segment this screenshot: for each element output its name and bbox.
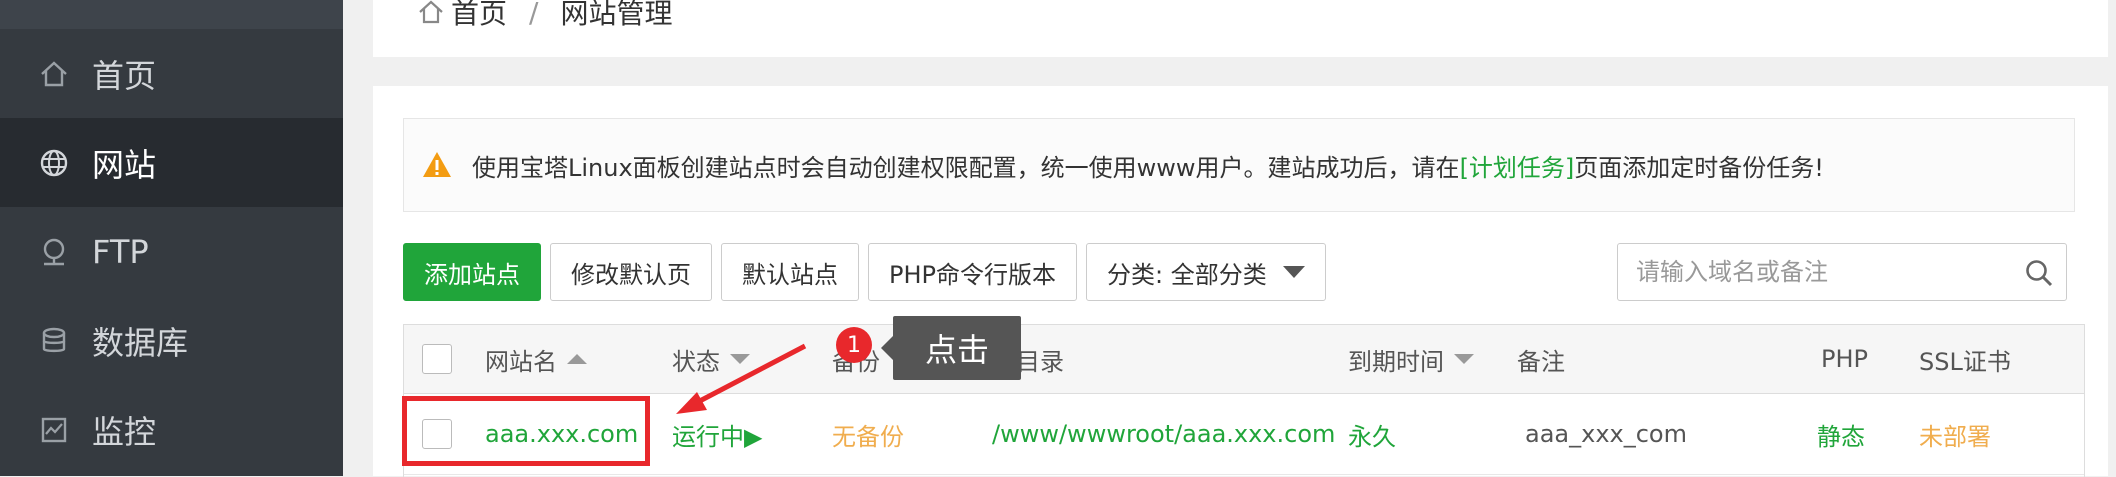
info-alert: 使用宝塔Linux面板创建站点时会自动创建权限配置，统一使用www用户。建站成功… — [403, 118, 2075, 212]
search-input[interactable] — [1634, 257, 2018, 287]
header-label: 状态 — [672, 347, 720, 376]
sidebar-item-label: 首页 — [92, 56, 157, 95]
alert-text: 使用宝塔Linux面板创建站点时会自动创建权限配置，统一使用www用户。建站成功… — [472, 153, 1460, 182]
default-site-button[interactable]: 默认站点 — [721, 243, 859, 301]
header-remark: 备注 — [1517, 325, 1565, 393]
header-label: 到期时间 — [1348, 347, 1444, 376]
sidebar-item-database[interactable]: 数据库 — [0, 296, 343, 385]
sort-desc-icon — [730, 354, 750, 364]
header-php: PHP — [1821, 325, 1868, 393]
click-tooltip: 点击 — [881, 316, 1021, 380]
step-number-badge: 1 — [836, 327, 872, 363]
warning-icon — [422, 150, 452, 180]
globe-icon — [38, 147, 70, 179]
header-label: SSL证书 — [1919, 347, 2011, 376]
header-label: PHP — [1821, 345, 1868, 373]
edit-default-page-button[interactable]: 修改默认页 — [550, 243, 712, 301]
table-row: aaa.xxx.com 运行中▶ 无备份 /www/wwwroot/aaa.xx… — [404, 394, 2084, 475]
header-label: 网站名 — [485, 347, 557, 376]
sidebar-item-monitor[interactable]: 监控 — [0, 385, 343, 474]
highlight-box — [402, 396, 650, 466]
php-cli-version-button[interactable]: PHP命令行版本 — [868, 243, 1077, 301]
select-all-checkbox[interactable] — [422, 344, 452, 374]
select-all-cell — [422, 325, 452, 393]
home-icon — [38, 58, 70, 90]
site-root-dir-link[interactable]: /www/wwwroot/aaa.xxx.com — [992, 394, 1335, 474]
ftp-icon — [38, 236, 70, 268]
site-ssl-link[interactable]: 未部署 — [1919, 394, 1991, 474]
site-expire-link[interactable]: 永久 — [1348, 394, 1396, 474]
sidebar-top-strip — [0, 0, 343, 29]
breadcrumb-current: 网站管理 — [560, 0, 673, 30]
site-status-toggle[interactable]: 运行中▶ — [672, 394, 762, 474]
home-icon — [417, 0, 445, 26]
category-select[interactable]: 分类: 全部分类 — [1086, 243, 1326, 301]
site-php-link[interactable]: 静态 — [1817, 394, 1865, 474]
breadcrumb-separator: / — [529, 0, 539, 29]
breadcrumb-home-link[interactable]: 首页 — [451, 0, 507, 32]
monitor-icon — [38, 414, 70, 446]
sidebar-item-ftp[interactable]: FTP — [0, 207, 343, 296]
chevron-down-icon — [1282, 266, 1305, 278]
sidebar-item-label: 网站 — [92, 145, 157, 184]
sort-desc-icon — [1454, 354, 1474, 364]
breadcrumb: 首页 / 网站管理 — [417, 0, 672, 32]
header-status[interactable]: 状态 — [672, 325, 750, 393]
header-ssl: SSL证书 — [1919, 325, 2011, 393]
category-select-value: 分类: 全部分类 — [1107, 260, 1267, 289]
table-header: 网站名 状态 备份 根目录 到期时间 备注 PHP — [404, 325, 2084, 394]
alert-text-end: 页面添加定时备份任务! — [1574, 153, 1824, 182]
sidebar-item-label: 数据库 — [92, 323, 189, 362]
sidebar-item-label: FTP — [92, 232, 149, 271]
sidebar: 首页 网站 FTP 数据库 监控 — [0, 0, 343, 476]
site-remark[interactable]: aaa_xxx_com — [1525, 394, 1687, 474]
scheduled-tasks-link[interactable]: [计划任务] — [1460, 148, 1575, 183]
header-site-name[interactable]: 网站名 — [485, 325, 587, 393]
header-expire[interactable]: 到期时间 — [1348, 325, 1474, 393]
add-site-button[interactable]: 添加站点 — [403, 243, 541, 301]
toolbar: 添加站点 修改默认页 默认站点 PHP命令行版本 分类: 全部分类 — [403, 243, 1335, 301]
search-icon[interactable] — [2024, 258, 2054, 288]
database-icon — [38, 325, 70, 357]
sidebar-item-website[interactable]: 网站 — [0, 118, 343, 207]
sidebar-item-home[interactable]: 首页 — [0, 29, 343, 118]
sort-asc-icon — [567, 354, 587, 364]
site-backup-link[interactable]: 无备份 — [832, 394, 904, 474]
search-box — [1617, 243, 2067, 301]
sidebar-item-label: 监控 — [92, 412, 157, 451]
sites-table: 网站名 状态 备份 根目录 到期时间 备注 PHP — [403, 324, 2085, 477]
breadcrumb-bar: 首页 / 网站管理 — [373, 0, 2108, 57]
header-label: 备注 — [1517, 347, 1565, 376]
